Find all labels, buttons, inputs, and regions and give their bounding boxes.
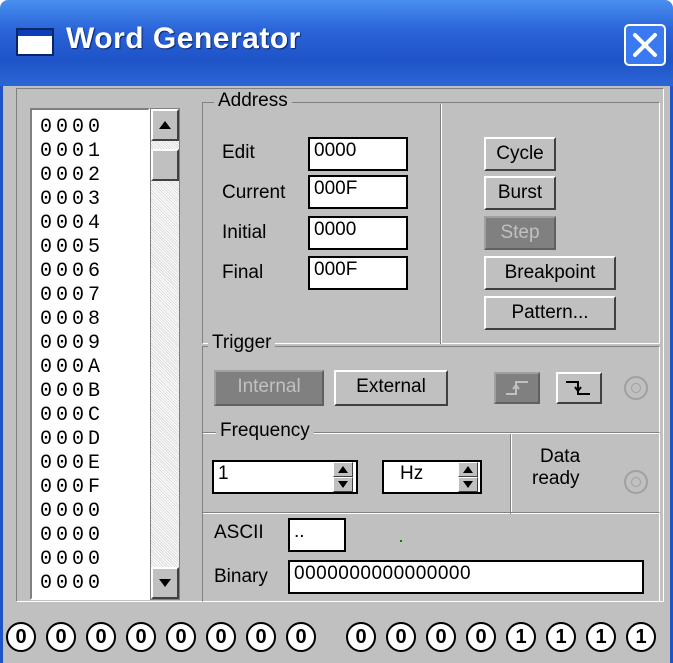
bit-output: 1 [546, 622, 576, 652]
final-label: Final [222, 262, 264, 283]
trigger-group-label: Trigger [208, 332, 276, 354]
bit-output: 0 [166, 622, 196, 652]
bit-output: 0 [206, 622, 236, 652]
frequency-value-spinner[interactable] [333, 462, 353, 492]
word-list-item[interactable]: 000D [40, 430, 104, 450]
window-title: Word Generator [66, 22, 301, 55]
word-list-item[interactable]: 0005 [40, 238, 104, 258]
bit-output: 0 [246, 622, 276, 652]
bit-output: 0 [86, 622, 116, 652]
word-list-item[interactable]: 000F [40, 478, 104, 498]
frequency-divider [510, 434, 512, 514]
initial-label: Initial [222, 222, 267, 243]
word-list-item[interactable]: 000B [40, 382, 104, 402]
title-bar[interactable]: Word Generator [0, 0, 673, 86]
bit-output: 0 [426, 622, 456, 652]
trigger-indicator [624, 376, 648, 400]
breakpoint-button[interactable]: Breakpoint [484, 256, 616, 290]
bit-output: 1 [506, 622, 536, 652]
bit-output: 0 [126, 622, 156, 652]
word-list-item[interactable]: 0004 [40, 214, 104, 234]
bit-output: 0 [386, 622, 416, 652]
word-list-item[interactable]: 0002 [40, 166, 104, 186]
frequency-down-button[interactable] [333, 477, 353, 492]
internal-trigger-button[interactable]: Internal [214, 370, 324, 406]
word-list-item[interactable]: 0003 [40, 190, 104, 210]
burst-button[interactable]: Burst [484, 176, 556, 210]
window-icon [16, 28, 54, 56]
falling-edge-button[interactable] [556, 372, 602, 404]
word-generator-window: Word Generator 0000 0001 0002 0003 0004 0005 0… [0, 0, 673, 663]
binary-field[interactable]: 0000000000000000 [288, 560, 644, 594]
word-list-item[interactable]: 000A [40, 358, 104, 378]
close-icon [633, 33, 657, 57]
arrow-down-icon [463, 481, 473, 488]
initial-address-field[interactable]: 0000 [308, 216, 408, 250]
current-label: Current [222, 182, 286, 203]
word-list-item[interactable]: 0001 [40, 142, 104, 162]
binary-label: Binary [214, 566, 268, 587]
edit-address-field[interactable]: 0000 [308, 137, 408, 171]
pattern-button[interactable]: Pattern... [484, 296, 616, 330]
word-list-item[interactable]: 0000 [40, 118, 104, 138]
unit-down-button[interactable] [458, 477, 478, 492]
step-button[interactable]: Step [484, 216, 556, 250]
external-trigger-button[interactable]: External [334, 370, 448, 406]
scroll-down-button[interactable] [151, 567, 179, 599]
frequency-up-button[interactable] [333, 462, 353, 477]
arrow-down-icon [338, 481, 348, 488]
word-list-item[interactable]: 0008 [40, 310, 104, 330]
unit-up-button[interactable] [458, 462, 478, 477]
cycle-button[interactable]: Cycle [484, 137, 556, 171]
arrow-up-icon [463, 466, 473, 473]
word-list-item[interactable]: 0000 [40, 526, 104, 546]
word-list-item[interactable]: 0000 [40, 574, 104, 594]
arrow-up-icon [159, 121, 171, 129]
rising-edge-icon [506, 381, 528, 395]
current-address-field[interactable]: 000F [308, 175, 408, 209]
close-button[interactable] [624, 24, 666, 66]
word-list-item[interactable]: 0007 [40, 286, 104, 306]
data-ready-label-line1: Data [540, 446, 581, 467]
bit-output: 0 [46, 622, 76, 652]
address-divider [440, 104, 442, 344]
final-address-field[interactable]: 000F [308, 256, 408, 290]
word-list-item[interactable]: 0006 [40, 262, 104, 282]
word-list-item[interactable]: 000C [40, 406, 104, 426]
edit-label: Edit [222, 142, 255, 163]
frequency-unit-spinner[interactable] [458, 462, 478, 492]
bit-output: 1 [586, 622, 616, 652]
arrow-up-icon [338, 466, 348, 473]
frequency-group-label: Frequency [216, 420, 314, 442]
bit-output: 0 [286, 622, 316, 652]
word-list-item[interactable]: 000E [40, 454, 104, 474]
bit-output: 0 [6, 622, 36, 652]
ascii-label: ASCII [214, 522, 264, 543]
status-dot [400, 540, 402, 542]
word-list-item[interactable]: 0000 [40, 502, 104, 522]
address-group-label: Address [214, 90, 292, 112]
word-list-scrollbar[interactable] [150, 108, 180, 600]
word-list-item[interactable]: 0000 [40, 550, 104, 570]
scroll-up-button[interactable] [151, 109, 179, 141]
word-list[interactable]: 0000 0001 0002 0003 0004 0005 0006 0007 0008 0009… [30, 108, 150, 600]
bit-output: 0 [346, 622, 376, 652]
ascii-field[interactable]: .. [288, 518, 346, 552]
falling-edge-icon [566, 381, 590, 395]
arrow-down-icon [159, 579, 171, 587]
data-ready-indicator [624, 470, 648, 494]
rising-edge-button[interactable] [494, 372, 540, 404]
bit-output: 0 [466, 622, 496, 652]
bit-output: 1 [626, 622, 656, 652]
word-list-item[interactable]: 0009 [40, 334, 104, 354]
data-ready-label-line2: ready [532, 468, 580, 489]
scroll-thumb[interactable] [151, 149, 179, 181]
